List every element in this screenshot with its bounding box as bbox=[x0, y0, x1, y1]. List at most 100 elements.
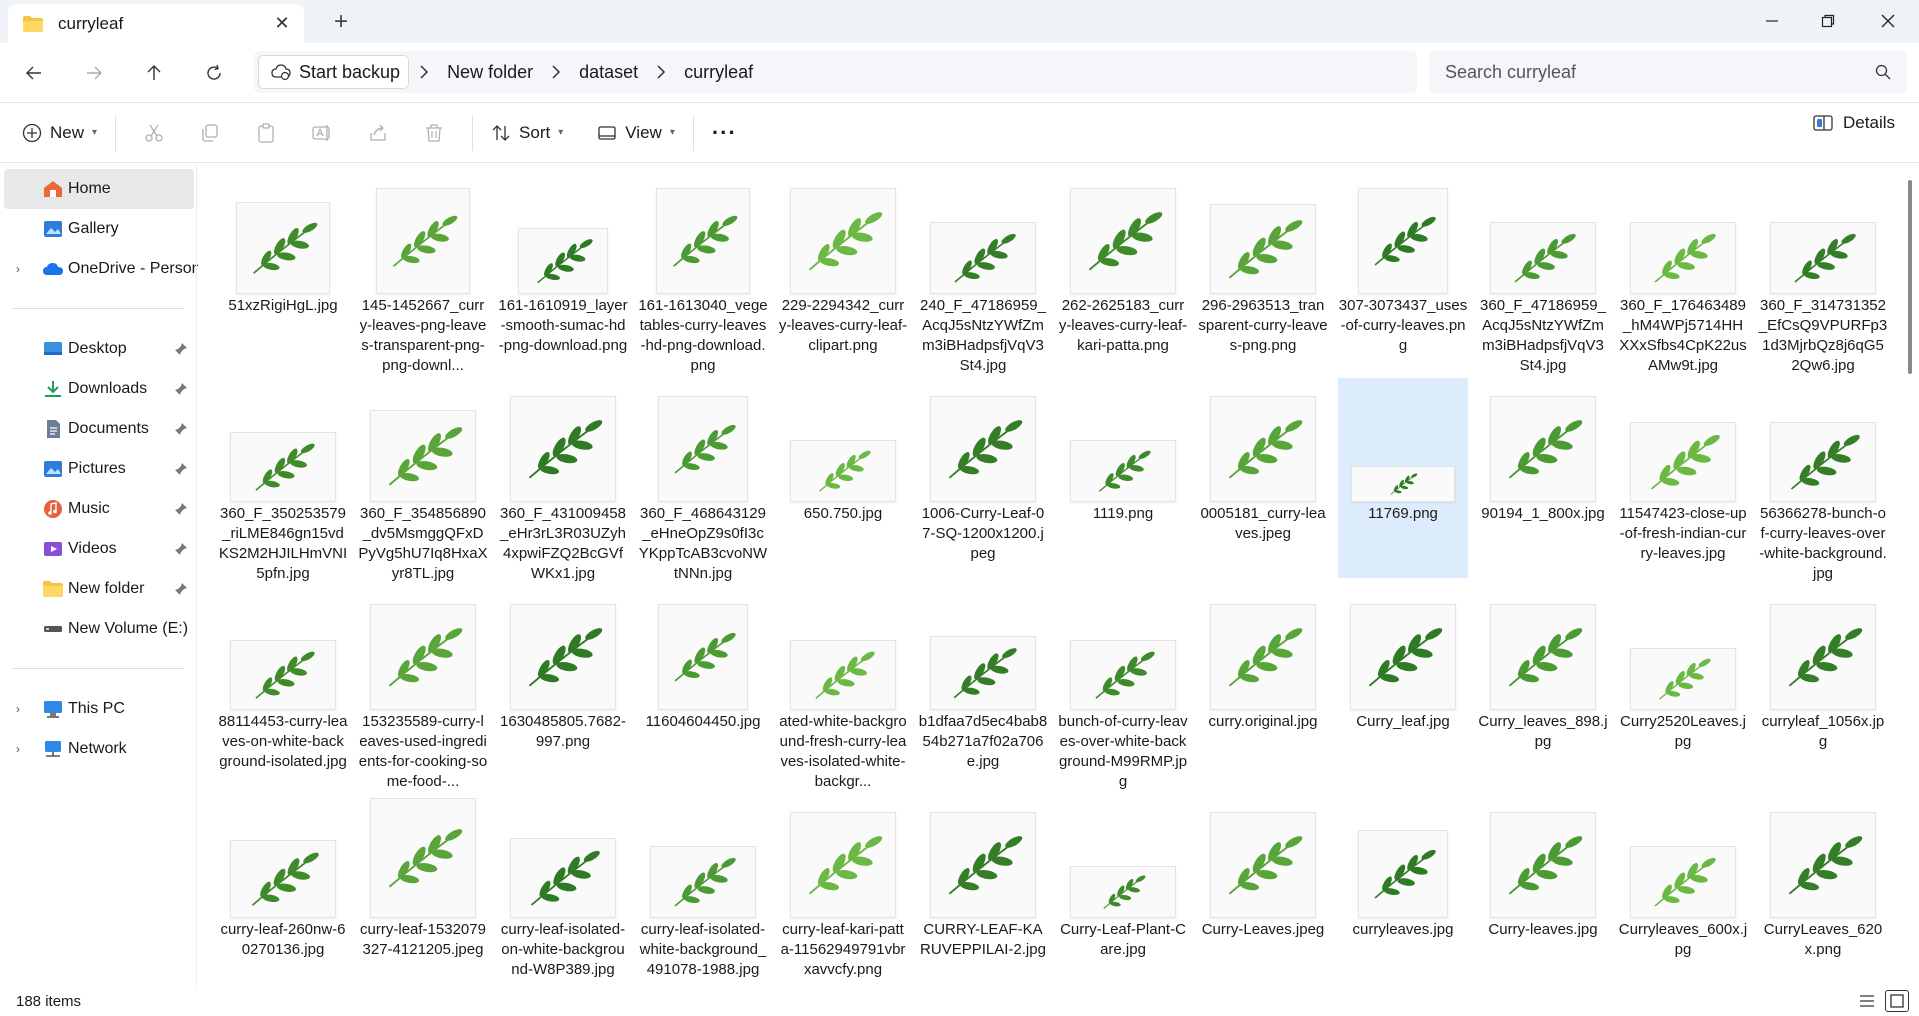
file-item[interactable]: 360_F_431009458_eHr3rL3R03UZyh4xpwiFZQ2B… bbox=[498, 378, 628, 582]
forward-button[interactable] bbox=[78, 57, 110, 89]
large-icons-view-button[interactable] bbox=[1885, 990, 1909, 1012]
vertical-scrollbar[interactable] bbox=[1908, 180, 1912, 374]
file-item[interactable]: b1dfaa7d5ec4bab854b271a7f02a706e.jpg bbox=[918, 586, 1048, 786]
file-item[interactable]: 161-1610919_layer-smooth-sumac-hd-png-do… bbox=[498, 170, 628, 370]
file-item[interactable]: 240_F_47186959_AcqJ5sNtzYWfZmm3iBHadpsfj… bbox=[918, 170, 1048, 374]
sidebar-item-home[interactable]: Home bbox=[4, 169, 194, 209]
sidebar-item-new-volume[interactable]: New Volume (E:) bbox=[4, 609, 194, 649]
file-item[interactable]: 1630485805.7682-997.png bbox=[498, 586, 628, 786]
file-item[interactable]: 360_F_350253579_riLME846gn15vdKS2M2HJILH… bbox=[218, 378, 348, 582]
new-button[interactable]: New ▾ bbox=[14, 113, 105, 153]
file-item[interactable]: curry.original.jpg bbox=[1198, 586, 1328, 786]
sidebar-item-documents[interactable]: Documents bbox=[4, 409, 194, 449]
file-item[interactable]: Curry-Leaves.jpeg bbox=[1198, 794, 1328, 986]
file-item[interactable]: CURRY-LEAF-KARUVEPPILAI-2.jpg bbox=[918, 794, 1048, 986]
up-button[interactable] bbox=[138, 57, 170, 89]
details-button[interactable]: Details bbox=[1813, 113, 1895, 133]
file-item[interactable]: 360_F_47186959_AcqJ5sNtzYWfZmm3iBHadpsfj… bbox=[1478, 170, 1608, 374]
file-item[interactable]: curry-leaf-isolated-white-background_491… bbox=[638, 794, 768, 986]
sidebar-item-pictures[interactable]: Pictures bbox=[4, 449, 194, 489]
file-item[interactable]: 360_F_176463489_hM4WPj5714HHXXxSfbs4CpK2… bbox=[1618, 170, 1748, 374]
file-item[interactable]: Curryleaves_600x.jpg bbox=[1618, 794, 1748, 986]
chevron-right-icon[interactable] bbox=[549, 65, 563, 79]
file-item[interactable]: 229-2294342_curry-leaves-curry-leaf-clip… bbox=[778, 170, 908, 370]
file-item[interactable]: curryleaf_1056x.jpg bbox=[1758, 586, 1888, 786]
chevron-right-icon[interactable]: › bbox=[16, 742, 20, 756]
file-item[interactable]: 360_F_354856890_dv5MsmggQFxDPyVg5hU7Iq8H… bbox=[358, 378, 488, 582]
file-item[interactable]: 650.750.jpg bbox=[778, 378, 908, 578]
file-item[interactable]: 51xzRigiHgL.jpg bbox=[218, 170, 348, 370]
file-item[interactable]: 153235589-curry-leaves-used-ingredients-… bbox=[358, 586, 488, 790]
file-item[interactable]: curry-leaf-1532079327-4121205.jpeg bbox=[358, 794, 488, 986]
file-item[interactable]: curryleaves.jpg bbox=[1338, 794, 1468, 986]
pin-icon[interactable] bbox=[174, 502, 188, 516]
breadcrumb-curryleaf[interactable]: curryleaf bbox=[676, 62, 761, 83]
file-item[interactable]: 161-1613040_vegetables-curry-leaves-hd-p… bbox=[638, 170, 768, 374]
file-item[interactable]: 0005181_curry-leaves.jpeg bbox=[1198, 378, 1328, 578]
breadcrumb-dataset[interactable]: dataset bbox=[571, 62, 646, 83]
file-item[interactable]: curry-leaf-260nw-60270136.jpg bbox=[218, 794, 348, 986]
pin-icon[interactable] bbox=[174, 462, 188, 476]
file-item[interactable]: 11547423-close-up-of-fresh-indian-curry-… bbox=[1618, 378, 1748, 578]
file-item[interactable]: 1006-Curry-Leaf-07-SQ-1200x1200.jpeg bbox=[918, 378, 1048, 578]
sidebar-item-gallery[interactable]: Gallery bbox=[4, 209, 194, 249]
file-item[interactable]: curry-leaf-isolated-on-white-background-… bbox=[498, 794, 628, 986]
search-icon[interactable] bbox=[1875, 64, 1891, 80]
file-item[interactable]: 307-3073437_uses-of-curry-leaves.png bbox=[1338, 170, 1468, 370]
pin-icon[interactable] bbox=[174, 582, 188, 596]
rename-button[interactable] bbox=[302, 113, 342, 153]
file-item[interactable]: 360_F_314731352_EfCsQ9VPURFp31d3MjrbQz8j… bbox=[1758, 170, 1888, 374]
file-item[interactable]: Curry2520Leaves.jpg bbox=[1618, 586, 1748, 786]
breadcrumb-new-folder[interactable]: New folder bbox=[439, 62, 541, 83]
sidebar-item-network[interactable]: › Network bbox=[4, 729, 194, 769]
file-item[interactable]: 88114453-curry-leaves-on-white-backgroun… bbox=[218, 586, 348, 786]
minimize-button[interactable] bbox=[1752, 6, 1792, 36]
file-item[interactable]: 90194_1_800x.jpg bbox=[1478, 378, 1608, 578]
close-tab-icon[interactable]: ✕ bbox=[272, 13, 292, 34]
file-item[interactable]: Curry_leaves_898.jpg bbox=[1478, 586, 1608, 786]
back-button[interactable] bbox=[18, 57, 50, 89]
maximize-button[interactable] bbox=[1808, 6, 1848, 36]
file-item[interactable]: Curry_leaf.jpg bbox=[1338, 586, 1468, 786]
new-tab-button[interactable]: + bbox=[328, 9, 354, 35]
file-item[interactable]: CurryLeaves_620x.png bbox=[1758, 794, 1888, 986]
pin-icon[interactable] bbox=[174, 342, 188, 356]
close-window-button[interactable] bbox=[1868, 6, 1908, 36]
file-item[interactable]: curry-leaf-kari-patta-11562949791vbrxavv… bbox=[778, 794, 908, 986]
start-backup-button[interactable]: Start backup bbox=[258, 55, 410, 89]
share-button[interactable] bbox=[358, 113, 398, 153]
chevron-right-icon[interactable] bbox=[417, 65, 431, 79]
file-item[interactable]: 360_F_468643129_eHneOpZ9s0fI3cYKppTcAB3c… bbox=[638, 378, 768, 582]
file-item[interactable]: 11604604450.jpg bbox=[638, 586, 768, 786]
view-button[interactable]: View ▾ bbox=[589, 113, 683, 153]
file-item[interactable]: 56366278-bunch-of-curry-leaves-over-whit… bbox=[1758, 378, 1888, 582]
address-bar[interactable]: Start backup New folder dataset currylea… bbox=[254, 51, 1417, 93]
more-options-button[interactable]: ··· bbox=[704, 113, 745, 153]
pin-icon[interactable] bbox=[174, 422, 188, 436]
chevron-right-icon[interactable] bbox=[654, 65, 668, 79]
sidebar-item-new-folder[interactable]: New folder bbox=[4, 569, 194, 609]
delete-button[interactable] bbox=[414, 113, 454, 153]
search-input[interactable] bbox=[1445, 61, 1875, 83]
sidebar-item-desktop[interactable]: Desktop bbox=[4, 329, 194, 369]
file-item[interactable]: Curry-leaves.jpg bbox=[1478, 794, 1608, 986]
chevron-right-icon[interactable]: › bbox=[16, 702, 20, 716]
sidebar-item-this-pc[interactable]: › This PC bbox=[4, 689, 194, 729]
sidebar-item-downloads[interactable]: Downloads bbox=[4, 369, 194, 409]
tab-curryleaf[interactable]: curryleaf ✕ bbox=[8, 4, 304, 43]
sidebar-item-onedrive[interactable]: › OneDrive - Persona bbox=[4, 249, 198, 289]
file-item[interactable]: 11769.png bbox=[1338, 378, 1468, 578]
file-item[interactable]: 1119.png bbox=[1058, 378, 1188, 578]
details-view-button[interactable] bbox=[1855, 990, 1879, 1012]
file-item[interactable]: 145-1452667_curry-leaves-png-leaves-tran… bbox=[358, 170, 488, 374]
file-item[interactable]: Curry-Leaf-Plant-Care.jpg bbox=[1058, 794, 1188, 986]
cut-button[interactable] bbox=[134, 113, 174, 153]
pin-icon[interactable] bbox=[174, 382, 188, 396]
sidebar-item-music[interactable]: Music bbox=[4, 489, 194, 529]
file-item[interactable]: 296-2963513_transparent-curry-leaves-png… bbox=[1198, 170, 1328, 370]
copy-button[interactable] bbox=[190, 113, 230, 153]
paste-button[interactable] bbox=[246, 113, 286, 153]
refresh-button[interactable] bbox=[198, 57, 230, 89]
pin-icon[interactable] bbox=[174, 542, 188, 556]
chevron-right-icon[interactable]: › bbox=[16, 262, 20, 276]
